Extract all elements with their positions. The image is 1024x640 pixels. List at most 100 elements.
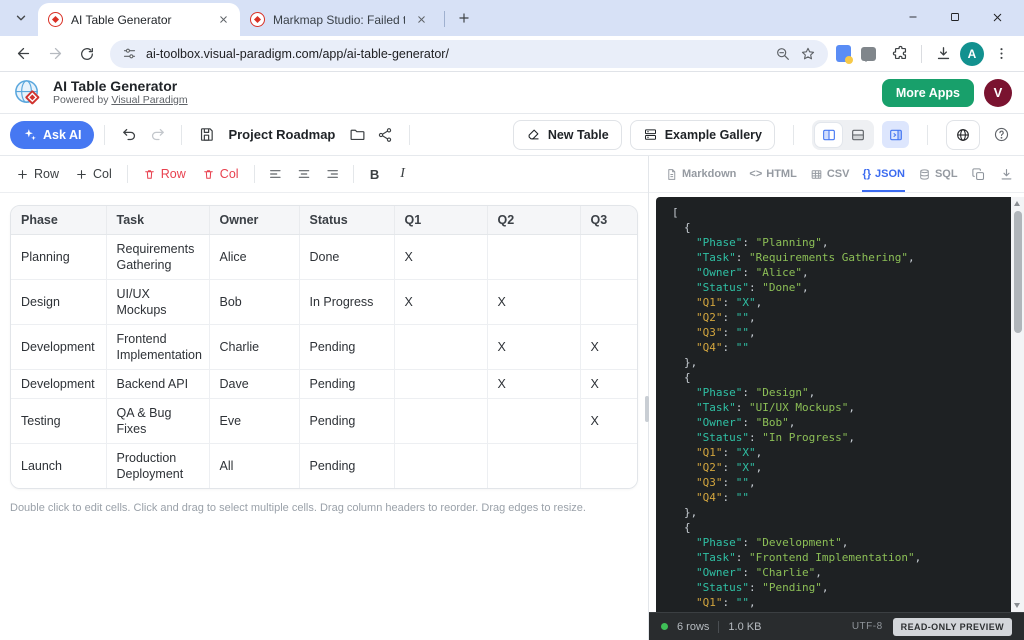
forward-button[interactable] [40,39,70,69]
table-cell[interactable] [580,235,638,280]
more-apps-button[interactable]: More Apps [882,79,974,107]
url-bar[interactable]: ai-toolbox.visual-paradigm.com/app/ai-ta… [110,40,828,68]
toggle-preview-panel-button[interactable] [882,121,909,148]
table-cell[interactable]: Dave [209,370,299,399]
new-tab-button[interactable] [451,5,477,31]
column-header[interactable]: Status [299,206,394,235]
json-preview[interactable]: [{"Phase": "Planning","Task": "Requireme… [656,197,1024,612]
table-cell[interactable] [394,370,487,399]
browser-tab-active[interactable]: AI Table Generator [38,3,240,36]
table-cell[interactable]: X [580,325,638,370]
help-button[interactable] [988,122,1014,148]
tab-json[interactable]: {} JSON [862,156,905,192]
scrollbar-thumb[interactable] [1014,211,1022,333]
align-center-button[interactable] [290,161,318,187]
table-cell[interactable]: X [487,280,580,325]
code-scrollbar[interactable] [1011,197,1024,612]
table-cell[interactable]: Pending [299,399,394,444]
table-cell[interactable]: Charlie [209,325,299,370]
table-cell[interactable]: QA & Bug Fixes [106,399,209,444]
split-vertical-button[interactable] [815,123,842,147]
new-table-button[interactable]: New Table [513,120,622,150]
split-horizontal-button[interactable] [844,123,871,147]
table-cell[interactable]: Requirements Gathering [106,235,209,280]
table-cell[interactable] [487,444,580,489]
tab-markdown[interactable]: Markdown [665,156,736,192]
chrome-profile-avatar[interactable]: A [960,42,984,66]
open-button[interactable] [343,121,371,149]
bold-button[interactable]: B [361,161,389,187]
table-cell[interactable]: X [580,399,638,444]
tab-close-icon[interactable] [413,11,430,28]
save-button[interactable] [192,121,220,149]
table-cell[interactable]: Development [11,370,106,399]
ask-ai-button[interactable]: Ask AI [10,121,94,149]
table-cell[interactable] [394,444,487,489]
extensions-button[interactable] [885,39,915,69]
refresh-button[interactable] [72,39,102,69]
align-left-button[interactable] [262,161,290,187]
column-header[interactable]: Owner [209,206,299,235]
scroll-down-arrow-icon[interactable] [1014,603,1020,608]
table-cell[interactable]: Development [11,325,106,370]
table-cell[interactable]: Launch [11,444,106,489]
table-cell[interactable] [394,325,487,370]
chrome-menu-button[interactable] [986,39,1016,69]
redo-button[interactable] [143,121,171,149]
table-cell[interactable]: X [487,325,580,370]
language-button[interactable] [946,120,980,150]
table-cell[interactable] [394,399,487,444]
chat-extension-button[interactable] [853,39,883,69]
table-cell[interactable]: Done [299,235,394,280]
table-cell[interactable]: Pending [299,325,394,370]
table-cell[interactable]: Bob [209,280,299,325]
table-cell[interactable]: Planning [11,235,106,280]
table-cell[interactable]: Alice [209,235,299,280]
table-cell[interactable]: Backend API [106,370,209,399]
table-cell[interactable]: X [487,370,580,399]
delete-row-button[interactable]: Row [135,162,194,186]
column-header[interactable]: Task [106,206,209,235]
table-cell[interactable]: Design [11,280,106,325]
delete-col-button[interactable]: Col [194,162,247,186]
table-cell[interactable]: X [394,235,487,280]
download-export-icon[interactable] [999,167,1014,182]
table-cell[interactable] [487,399,580,444]
column-header[interactable]: Phase [11,206,106,235]
downloads-button[interactable] [928,39,958,69]
table-cell[interactable] [487,235,580,280]
account-avatar[interactable]: V [984,79,1012,107]
tab-html[interactable]: <> HTML [749,156,796,192]
back-button[interactable] [8,39,38,69]
tab-close-icon[interactable] [215,11,232,28]
table-cell[interactable]: Testing [11,399,106,444]
document-title[interactable]: Project Roadmap [228,127,335,142]
table-cell[interactable]: UI/UX Mockups [106,280,209,325]
table-cell[interactable]: All [209,444,299,489]
table-cell[interactable] [580,280,638,325]
scroll-up-arrow-icon[interactable] [1014,201,1020,206]
table-cell[interactable]: Pending [299,370,394,399]
example-gallery-button[interactable]: Example Gallery [630,120,775,150]
browser-tab-inactive[interactable]: Markmap Studio: Failed to oper [240,3,438,36]
column-header[interactable]: Q2 [487,206,580,235]
copy-icon[interactable] [971,167,986,182]
column-header[interactable]: Q1 [394,206,487,235]
align-right-button[interactable] [318,161,346,187]
bookmark-star-icon[interactable] [800,46,816,62]
minimize-button[interactable] [892,0,934,34]
column-header[interactable]: Q3 [580,206,638,235]
table-cell[interactable]: Pending [299,444,394,489]
tab-search-button[interactable] [8,5,34,31]
close-window-button[interactable] [976,0,1018,34]
add-col-button[interactable]: Col [67,162,120,186]
zoom-out-icon[interactable] [775,46,791,62]
add-row-button[interactable]: Row [8,162,67,186]
table-cell[interactable]: X [580,370,638,399]
docs-extension-icon[interactable] [836,45,851,62]
table-cell[interactable]: In Progress [299,280,394,325]
table-cell[interactable]: Frontend Implementation [106,325,209,370]
tab-sql[interactable]: SQL [918,156,958,192]
table-cell[interactable] [580,444,638,489]
table-cell[interactable]: Production Deployment [106,444,209,489]
